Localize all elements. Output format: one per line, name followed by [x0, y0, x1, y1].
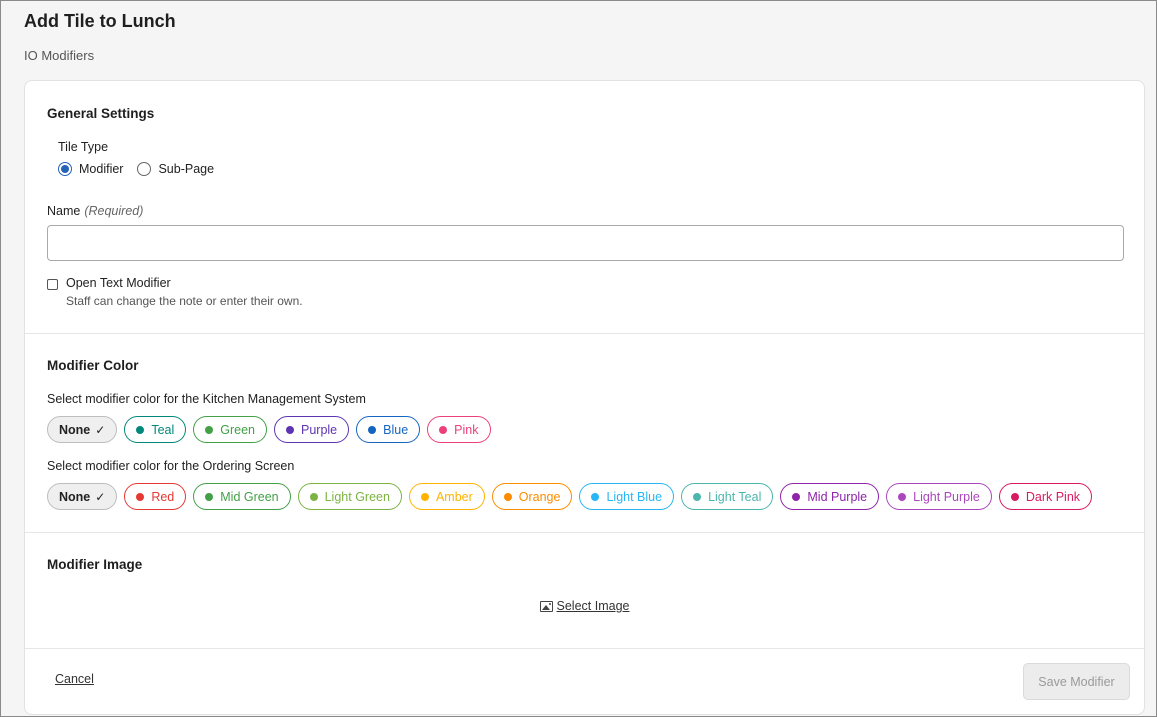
ordering-color-chip-light-purple[interactable]: Light Purple — [886, 483, 992, 510]
color-dot-icon — [286, 425, 294, 434]
page-subtitle: IO Modifiers — [24, 48, 95, 63]
cancel-button[interactable]: Cancel — [55, 672, 94, 686]
page-title: Add Tile to Lunch — [24, 11, 176, 31]
tile-type-subpage-radio[interactable]: Sub-Page — [137, 162, 214, 176]
color-chip-label: Teal — [151, 422, 175, 437]
radio-checked-icon[interactable] — [58, 162, 72, 176]
modifier-color-title: Modifier Color — [47, 358, 139, 373]
color-chip-label: Light Blue — [606, 489, 663, 504]
required-hint: (Required) — [84, 204, 144, 218]
color-chip-label: Dark Pink — [1025, 489, 1081, 504]
color-chip-label: Orange — [518, 489, 561, 504]
color-dot-icon — [1010, 492, 1019, 501]
kms-color-chip-purple[interactable]: Purple — [274, 416, 350, 443]
ordering-color-chip-red[interactable]: Red — [124, 483, 187, 510]
modifier-form-card: General Settings Tile Type Modifier Sub-… — [24, 80, 1145, 715]
ordering-color-chip-light-green[interactable]: Light Green — [297, 483, 402, 510]
color-chip-label: Light Green — [324, 489, 390, 504]
select-image-link[interactable]: Select Image — [539, 599, 630, 613]
name-label: Name (Required) — [47, 204, 143, 218]
modifier-image-title: Modifier Image — [47, 557, 143, 572]
general-settings-title: General Settings — [47, 106, 155, 121]
color-chip-label: Blue — [383, 422, 409, 437]
color-dot-icon — [205, 425, 214, 434]
check-icon: ✓ — [95, 489, 106, 504]
kms-color-chip-green[interactable]: Green — [193, 416, 267, 443]
select-image-label: Select Image — [556, 599, 630, 613]
color-chip-label: Green — [220, 422, 255, 437]
ordering-color-chip-mid-green[interactable]: Mid Green — [193, 483, 291, 510]
ordering-color-label: Select modifier color for the Ordering S… — [47, 459, 295, 473]
kms-color-chip-pink[interactable]: Pink — [427, 416, 491, 443]
open-text-modifier-checkbox[interactable] — [47, 279, 58, 290]
color-dot-icon — [368, 425, 377, 434]
tile-type-modifier-label: Modifier — [79, 162, 124, 176]
color-dot-icon — [898, 492, 907, 501]
kms-color-chip-blue[interactable]: Blue — [356, 416, 421, 443]
save-modifier-button[interactable]: Save Modifier — [1023, 663, 1130, 700]
open-text-modifier-label: Open Text Modifier — [66, 276, 171, 290]
kms-color-none-chip[interactable]: None ✓ — [47, 416, 118, 443]
color-dot-icon — [792, 492, 801, 501]
color-chip-label: Amber — [435, 489, 473, 504]
check-icon: ✓ — [95, 422, 106, 437]
tile-type-modifier-radio[interactable]: Modifier — [58, 162, 123, 176]
ordering-none-label: None — [59, 489, 91, 504]
modifier-color-section: Modifier Color Select modifier color for… — [25, 334, 1144, 533]
general-settings-section: General Settings Tile Type Modifier Sub-… — [25, 81, 1144, 334]
color-chip-label: Pink — [454, 422, 479, 437]
color-chip-label: Red — [151, 489, 175, 504]
tile-type-label: Tile Type — [58, 140, 109, 154]
color-chip-label: Light Teal — [708, 489, 762, 504]
ordering-color-chip-mid-purple[interactable]: Mid Purple — [780, 483, 880, 510]
color-dot-icon — [503, 492, 512, 501]
kms-color-chip-teal[interactable]: Teal — [124, 416, 187, 443]
radio-unchecked-icon[interactable] — [137, 162, 152, 176]
tile-type-radio-group: Modifier Sub-Page — [58, 162, 228, 176]
kms-none-label: None — [59, 422, 91, 437]
color-dot-icon — [136, 492, 145, 501]
name-input[interactable] — [47, 225, 1124, 261]
tile-type-subpage-label: Sub-Page — [158, 162, 215, 176]
color-chip-label: Purple — [301, 422, 338, 437]
ordering-color-options: None ✓ Red Mid Green Light Green Amber Orange… — [47, 483, 1093, 510]
open-text-modifier-hint: Staff can change the note or enter their… — [66, 294, 303, 308]
ordering-color-chip-amber[interactable]: Amber — [408, 483, 485, 510]
select-image-wrapper: Select Image — [25, 599, 1144, 615]
modifier-image-section: Modifier Image Select Image — [25, 533, 1144, 649]
image-icon — [539, 600, 553, 612]
ordering-color-none-chip[interactable]: None ✓ — [47, 483, 118, 510]
name-label-text: Name — [47, 204, 81, 218]
color-dot-icon — [420, 492, 429, 501]
form-footer: Cancel Save Modifier — [25, 649, 1144, 714]
ordering-color-chip-light-teal[interactable]: Light Teal — [681, 483, 774, 510]
color-chip-label: Mid Green — [220, 489, 279, 504]
kms-color-options: None ✓ Teal Green Purple Blue Pink — [47, 416, 491, 443]
ordering-color-chip-dark-pink[interactable]: Dark Pink — [998, 483, 1093, 510]
color-dot-icon — [591, 492, 600, 501]
ordering-color-chip-orange[interactable]: Orange — [491, 483, 573, 510]
color-chip-label: Light Purple — [913, 489, 980, 504]
color-dot-icon — [136, 425, 145, 434]
ordering-color-chip-light-blue[interactable]: Light Blue — [579, 483, 675, 510]
color-chip-label: Mid Purple — [807, 489, 868, 504]
color-dot-icon — [309, 492, 318, 501]
color-dot-icon — [205, 492, 214, 501]
color-dot-icon — [439, 425, 448, 434]
kms-color-label: Select modifier color for the Kitchen Ma… — [47, 392, 366, 406]
color-dot-icon — [693, 492, 702, 501]
